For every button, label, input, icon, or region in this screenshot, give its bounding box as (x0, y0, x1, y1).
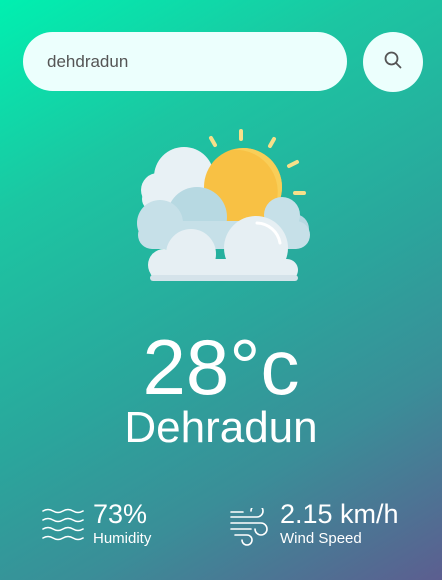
sun-behind-clouds-icon (132, 125, 312, 285)
temperature: 28°c (142, 323, 300, 411)
search-icon (383, 50, 403, 75)
humidity-value: 73% (93, 499, 148, 529)
wind-detail: 2.15 km/h Wind Speed (229, 498, 429, 550)
humidity-detail: 73% Humidity (42, 498, 202, 550)
city-name: Dehradun (124, 403, 318, 452)
city-search-input[interactable] (23, 32, 347, 91)
wind-icon (229, 504, 271, 553)
humidity-label: Humidity (93, 530, 152, 547)
humidity-waves-icon (42, 508, 84, 549)
weather-card: 28°c Dehradun 73% Humidity (0, 0, 442, 580)
wind-speed-label: Wind Speed (280, 530, 362, 547)
search-button[interactable] (363, 32, 423, 92)
wind-speed-value: 2.15 km/h (280, 499, 399, 529)
